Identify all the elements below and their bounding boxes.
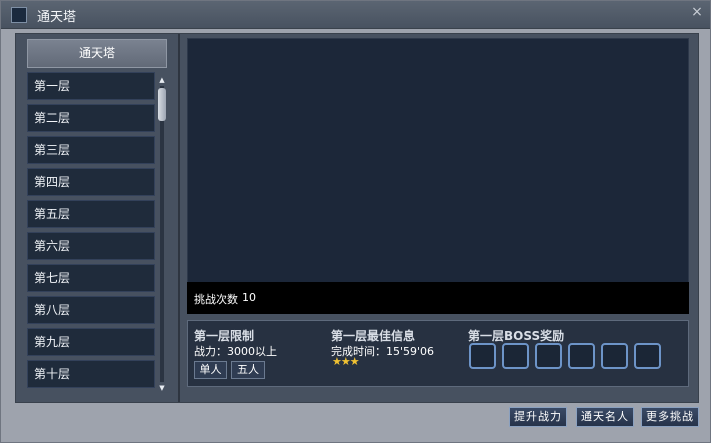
reward-slot[interactable] — [535, 343, 562, 369]
scroll-track[interactable] — [160, 86, 164, 382]
reward-slot[interactable] — [634, 343, 661, 369]
best-title: 第一层最佳信息 — [331, 329, 416, 343]
famous-players-button[interactable]: 通天名人 — [576, 407, 634, 427]
floor-list: 第一层 第二层 第三层 第四层 第五层 第六层 第七层 第八层 第九层 第十层 — [27, 72, 155, 397]
challenge-bar: 挑战次数 10 — [187, 282, 689, 314]
more-challenges-button[interactable]: 更多挑战 — [641, 407, 699, 427]
five-button[interactable]: 五人 — [231, 361, 265, 379]
scroll-down-arrow-icon[interactable]: ▼ — [158, 384, 166, 392]
reward-slot[interactable] — [601, 343, 628, 369]
floor-item[interactable]: 第七层 — [27, 264, 155, 292]
floor-item[interactable]: 第六层 — [27, 232, 155, 260]
star-rating: ★★★ — [332, 355, 360, 368]
limit-title: 第一层限制 — [194, 329, 255, 343]
floor-item[interactable]: 第四层 — [27, 168, 155, 196]
panel-divider — [178, 34, 180, 402]
single-button[interactable]: 单人 — [194, 361, 227, 379]
floor-item[interactable]: 第八层 — [27, 296, 155, 324]
floor-preview — [187, 38, 689, 314]
challenge-count: 10 — [242, 291, 256, 304]
window-icon — [11, 7, 27, 23]
tower-header-button[interactable]: 通天塔 — [27, 39, 167, 68]
reward-slot[interactable] — [568, 343, 595, 369]
reward-slot[interactable] — [502, 343, 529, 369]
scroll-thumb[interactable] — [158, 88, 166, 121]
reward-slot[interactable] — [469, 343, 496, 369]
window-title: 通天塔 — [37, 10, 77, 25]
floor-list-panel: 通天塔 第一层 第二层 第三层 第四层 第五层 第六层 第七层 第八层 第九层 … — [26, 39, 178, 397]
close-icon[interactable]: × — [690, 5, 704, 19]
raise-power-button[interactable]: 提升战力 — [509, 407, 567, 427]
main-panel: 通天塔 第一层 第二层 第三层 第四层 第五层 第六层 第七层 第八层 第九层 … — [15, 33, 699, 403]
scroll-up-arrow-icon[interactable]: ▲ — [158, 76, 166, 84]
floor-list-scrollbar[interactable]: ▲ ▼ — [157, 76, 167, 392]
floor-item[interactable]: 第一层 — [27, 72, 155, 100]
boss-reward-title: 第一层BOSS奖励 — [468, 329, 565, 343]
floor-info-panel: 第一层限制 战力：3000以上 单人 五人 第一层最佳信息 完成时间：15'59… — [187, 320, 689, 387]
floor-item[interactable]: 第三层 — [27, 136, 155, 164]
floor-item[interactable]: 第十层 — [27, 360, 155, 388]
floor-item[interactable]: 第二层 — [27, 104, 155, 132]
floor-item[interactable]: 第九层 — [27, 328, 155, 356]
challenge-label: 挑战次数 — [194, 293, 238, 306]
limit-power: 战力：3000以上 — [194, 345, 277, 358]
floor-item[interactable]: 第五层 — [27, 200, 155, 228]
tower-window: 通天塔 × 通天塔 第一层 第二层 第三层 第四层 第五层 第六层 第七层 第八… — [0, 0, 711, 443]
title-bar[interactable]: 通天塔 × — [1, 1, 710, 29]
